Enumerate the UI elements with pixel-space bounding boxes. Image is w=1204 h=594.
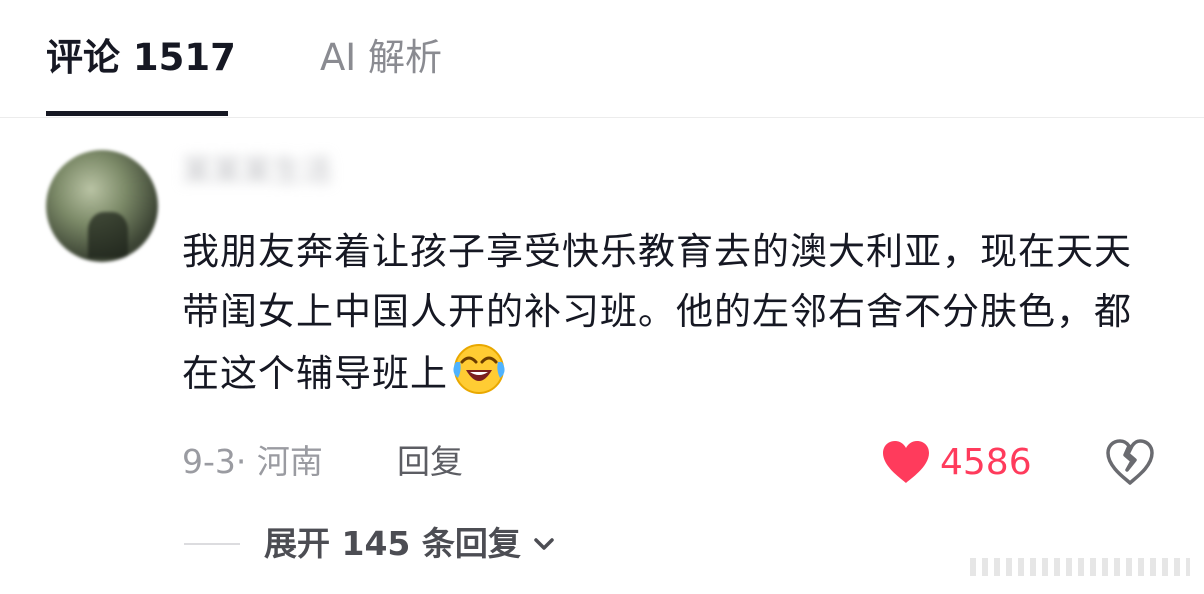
expand-divider bbox=[184, 543, 240, 545]
username[interactable]: 某某某生活 bbox=[182, 152, 332, 192]
active-tab-indicator bbox=[46, 111, 228, 116]
chevron-down-icon bbox=[534, 538, 554, 550]
tab-ai-analysis[interactable]: AI 解析 bbox=[320, 34, 442, 82]
expand-replies-label: 展开 145 条回复 bbox=[264, 524, 521, 563]
like-button[interactable]: 4586 bbox=[880, 436, 1032, 488]
comment-body: 我朋友奔着让孩子享受快乐教育去的澳大利亚，现在天天带闺女上中国人开的补习班。他的… bbox=[182, 230, 1132, 395]
expand-replies-button[interactable]: 展开 145 条回复 bbox=[264, 520, 557, 568]
comment-time-location: 9-3· 河南 bbox=[182, 442, 323, 481]
tab-comments[interactable]: 评论 1517 bbox=[46, 34, 236, 82]
heart-icon bbox=[883, 441, 929, 483]
comment-text: 我朋友奔着让孩子享受快乐教育去的澳大利亚，现在天天带闺女上中国人开的补习班。他的… bbox=[182, 222, 1162, 404]
like-count: 4586 bbox=[940, 441, 1032, 483]
watermark bbox=[970, 558, 1190, 576]
comment-tabs: 评论 1517 AI 解析 bbox=[0, 0, 1204, 118]
laughing-crying-emoji-icon bbox=[453, 344, 505, 394]
avatar[interactable] bbox=[46, 150, 158, 262]
reply-button[interactable]: 回复 bbox=[397, 440, 463, 484]
broken-heart-icon[interactable] bbox=[1104, 438, 1156, 486]
